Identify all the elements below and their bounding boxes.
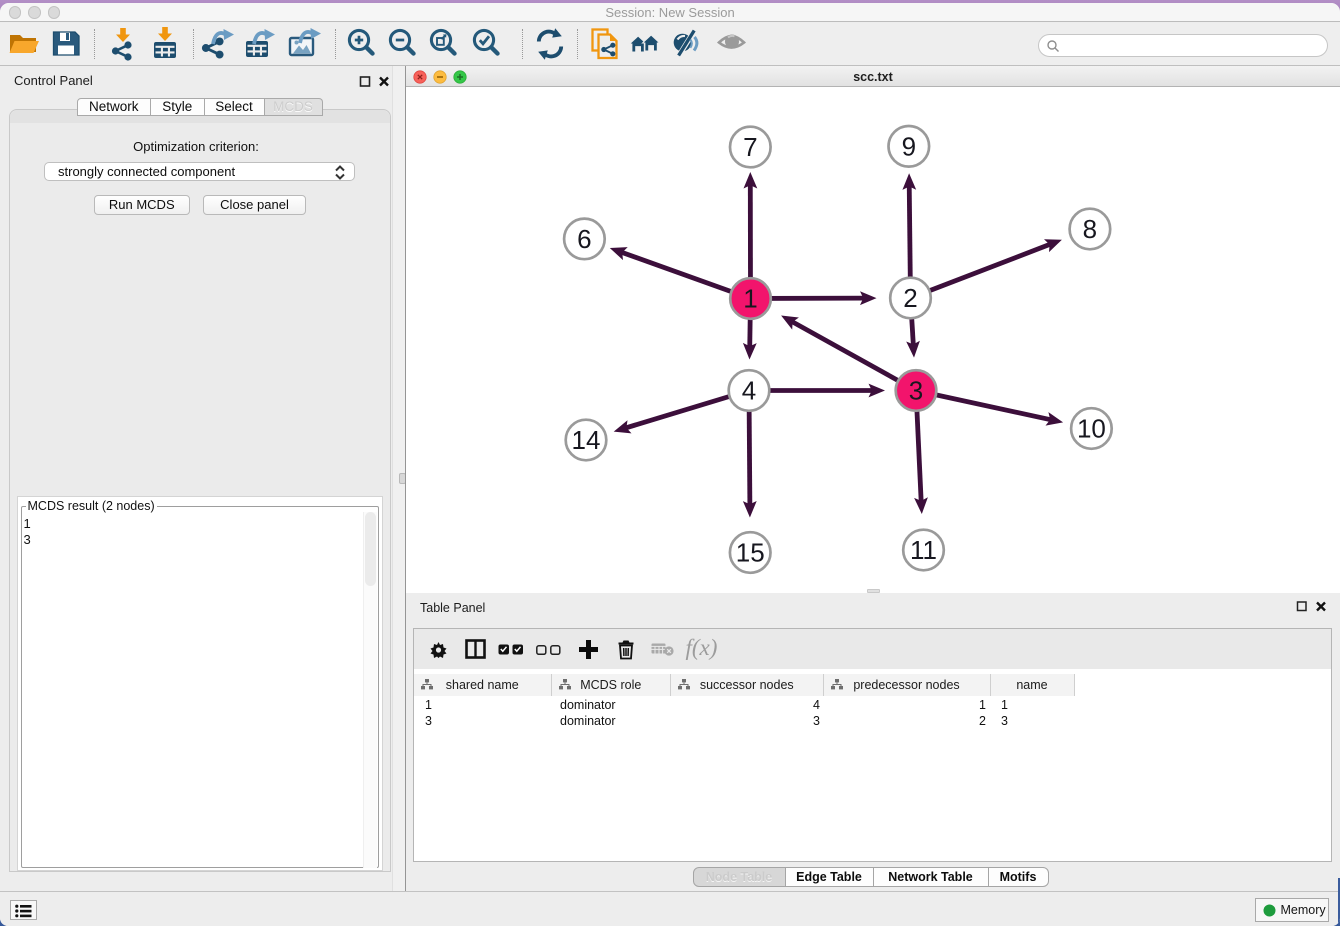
- svg-text:4: 4: [742, 375, 756, 405]
- svg-text:14: 14: [572, 425, 601, 455]
- svg-text:2: 2: [903, 283, 917, 313]
- svg-text:10: 10: [1077, 413, 1106, 443]
- svg-text:1: 1: [743, 283, 757, 313]
- svg-text:6: 6: [577, 223, 591, 253]
- svg-text:8: 8: [1083, 214, 1097, 244]
- svg-text:3: 3: [909, 375, 923, 405]
- svg-text:9: 9: [902, 131, 916, 161]
- svg-text:15: 15: [736, 537, 765, 567]
- svg-text:7: 7: [743, 132, 757, 162]
- svg-text:11: 11: [910, 535, 937, 565]
